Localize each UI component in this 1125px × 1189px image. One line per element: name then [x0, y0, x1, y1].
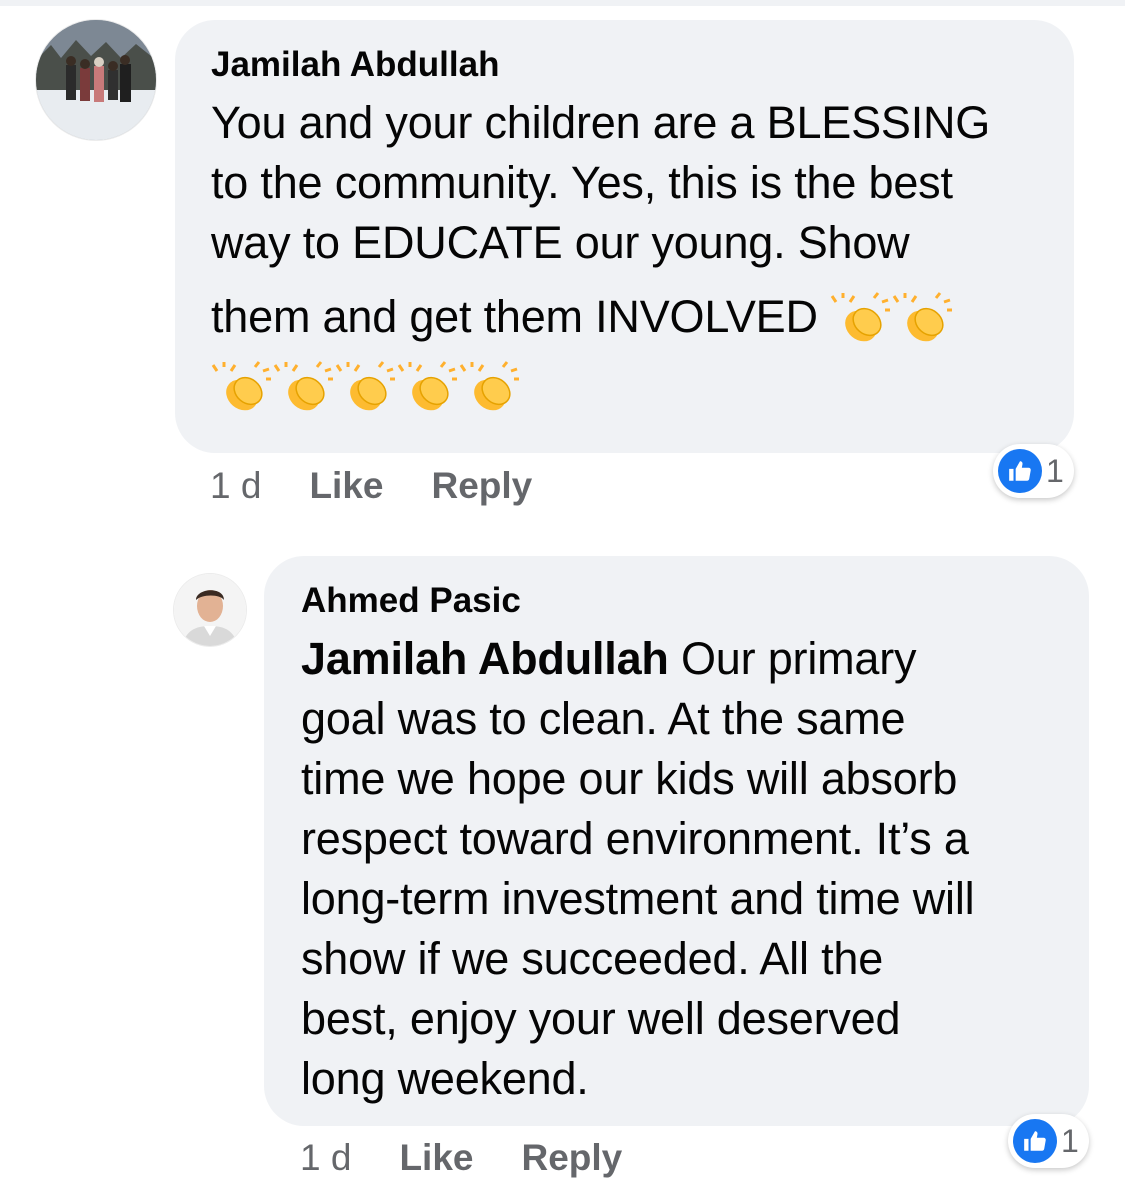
clapping-hands-icon: [211, 361, 273, 417]
reply-bubble: Ahmed Pasic Jamilah Abdullah Our primary…: [264, 556, 1089, 1126]
comment-line: way to EDUCATE our young. Show: [211, 217, 910, 268]
reaction-summary[interactable]: 1: [1008, 1114, 1089, 1168]
comment-line: show if we succeeded. All the: [301, 933, 884, 984]
emoji-row: [211, 356, 1038, 417]
reaction-count: 1: [1061, 1122, 1079, 1159]
comment-timestamp[interactable]: 1 d: [210, 466, 261, 506]
reaction-summary[interactable]: 1: [993, 444, 1074, 498]
comment-line: them and get them INVOLVED: [211, 291, 818, 342]
comment-line: goal was to clean. At the same: [301, 693, 906, 744]
comment-line: You and your children are a BLESSING: [211, 97, 991, 148]
comment-timestamp[interactable]: 1 d: [300, 1138, 351, 1178]
like-button[interactable]: Like: [309, 466, 383, 506]
comment-line: best, enjoy your well deserved: [301, 993, 901, 1044]
reply-button[interactable]: Reply: [431, 466, 532, 506]
top-divider: [0, 0, 1125, 6]
clapping-hands-icon: [273, 361, 335, 417]
mention-link[interactable]: Jamilah Abdullah: [301, 633, 669, 684]
like-button[interactable]: Like: [399, 1138, 473, 1178]
comment-line: time we hope our kids will absorb: [301, 753, 958, 804]
clapping-hands-icon: [397, 361, 459, 417]
comment-text: Jamilah Abdullah Our primary goal was to…: [301, 629, 1053, 1109]
clapping-hands-icon: [335, 361, 397, 417]
comment-line: long weekend.: [301, 1053, 589, 1104]
comment-actions: 1 d Like Reply: [210, 466, 580, 506]
comment-bubble: Jamilah Abdullah You and your children a…: [175, 20, 1074, 453]
comment-line: Our primary: [668, 633, 917, 684]
comment-author[interactable]: Jamilah Abdullah: [211, 45, 1038, 85]
avatar-photo: [174, 574, 246, 646]
avatar-ahmed[interactable]: [174, 574, 246, 646]
comment-text: You and your children are a BLESSING to …: [211, 93, 1038, 417]
reply-button[interactable]: Reply: [521, 1138, 622, 1178]
comment-line: long-term investment and time will: [301, 873, 975, 924]
like-reaction-icon: [1013, 1119, 1057, 1163]
comment-line: respect toward environment. It’s a: [301, 813, 969, 864]
clapping-hands-icon: [830, 292, 892, 348]
comment-line-first: Jamilah Abdullah Our primary: [301, 629, 1053, 689]
clapping-hands-icon: [459, 361, 521, 417]
comment-actions: 1 d Like Reply: [300, 1138, 670, 1178]
comment-line-with-emoji: them and get them INVOLVED: [211, 287, 1038, 348]
like-reaction-icon: [998, 449, 1042, 493]
reaction-count: 1: [1046, 452, 1064, 489]
avatar-photo: [36, 20, 156, 140]
comment-line: to the community. Yes, this is the best: [211, 157, 953, 208]
clapping-hands-icon: [892, 292, 954, 348]
comment-author[interactable]: Ahmed Pasic: [301, 581, 1053, 621]
avatar-jamilah[interactable]: [36, 20, 156, 140]
